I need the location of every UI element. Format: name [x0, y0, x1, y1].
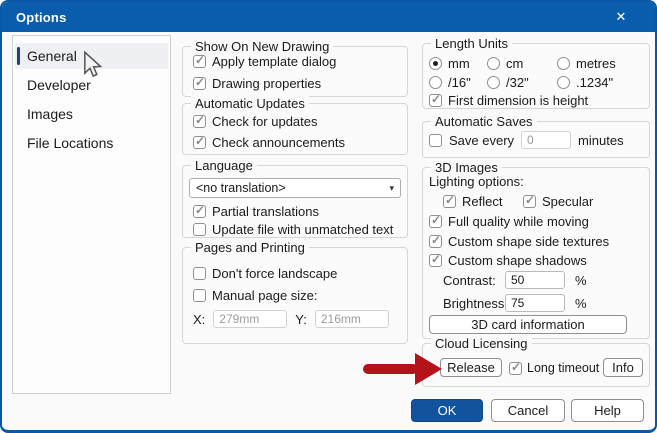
save-interval-field — [521, 131, 572, 149]
release-button[interactable]: Release — [440, 358, 502, 377]
sidebar-item-images[interactable]: Images — [15, 101, 168, 127]
group-title: Language — [191, 158, 257, 173]
category-list: General Developer Images File Locations — [12, 35, 171, 394]
close-icon[interactable]: ✕ — [605, 2, 637, 32]
checkbox-manual-page-size[interactable]: Manual page size: — [193, 288, 318, 303]
sidebar-item-label: General — [27, 48, 77, 64]
checkbox-icon[interactable] — [193, 289, 206, 302]
group-title: Pages and Printing — [191, 240, 309, 255]
brightness-label: Brightness: — [443, 295, 509, 311]
radio-icon[interactable] — [429, 76, 442, 89]
autosave-row: Save every minutes — [429, 131, 624, 149]
checkbox-long-timeout[interactable]: Long timeout — [509, 360, 599, 375]
radio-icon[interactable] — [487, 76, 500, 89]
radio-thirtyseconds[interactable]: /32" — [487, 75, 529, 90]
radio-icon[interactable] — [557, 76, 570, 89]
brightness-field[interactable] — [505, 294, 565, 312]
checkbox-icon[interactable] — [193, 75, 206, 90]
brightness-percent-label: % — [575, 295, 587, 311]
cancel-button[interactable]: Cancel — [491, 399, 565, 422]
group-pages-and-printing: Pages and Printing Don't force landscape… — [182, 240, 408, 344]
page-y-label: Y: — [295, 311, 307, 327]
group-title: Cloud Licensing — [431, 336, 532, 351]
checkbox-icon[interactable] — [193, 203, 206, 218]
checkbox-drawing-properties[interactable]: Drawing properties — [193, 75, 321, 91]
3d-card-information-button[interactable]: 3D card information — [429, 315, 627, 334]
checkbox-update-file-unmatched[interactable]: Update file with unmatched text — [193, 222, 393, 237]
checkbox-icon[interactable] — [193, 134, 206, 149]
checkbox-icon[interactable] — [509, 360, 522, 375]
page-x-label: X: — [193, 311, 206, 327]
group-title: Automatic Updates — [191, 96, 309, 111]
checkbox-icon[interactable] — [193, 53, 206, 68]
radio-icon[interactable] — [487, 57, 500, 70]
checkbox-custom-shadows[interactable]: Custom shape shadows — [429, 252, 587, 268]
radio-sixteenths[interactable]: /16" — [429, 75, 471, 90]
group-title: Automatic Saves — [431, 114, 537, 129]
checkbox-icon[interactable] — [429, 92, 442, 107]
sidebar-item-label: Developer — [27, 77, 91, 93]
checkbox-dont-force-landscape[interactable]: Don't force landscape — [193, 266, 337, 281]
page-y-field — [314, 310, 389, 328]
sidebar-item-file-locations[interactable]: File Locations — [15, 130, 168, 156]
save-interval-suffix: minutes — [578, 132, 624, 148]
info-button[interactable]: Info — [603, 358, 643, 377]
group-automatic-updates: Automatic Updates Check for updates Chec… — [182, 96, 408, 155]
contrast-field[interactable] — [505, 271, 565, 289]
checkbox-check-for-updates[interactable]: Check for updates — [193, 113, 318, 129]
help-button[interactable]: Help — [571, 399, 644, 422]
checkbox-apply-template-dialog[interactable]: Apply template dialog — [193, 53, 336, 69]
radio-cm[interactable]: cm — [487, 56, 523, 71]
checkbox-icon[interactable] — [193, 223, 206, 236]
radio-mm[interactable]: mm — [429, 56, 470, 71]
contrast-row: Contrast: % — [443, 271, 587, 289]
lighting-options-label: Lighting options: — [429, 174, 524, 189]
sidebar-item-general[interactable]: General — [15, 43, 168, 69]
checkbox-partial-translations[interactable]: Partial translations — [193, 203, 319, 219]
group-3d-images: 3D Images Lighting options: Reflect Spec… — [422, 160, 650, 339]
group-title: Show On New Drawing — [191, 39, 334, 54]
group-automatic-saves: Automatic Saves Save every minutes — [422, 114, 650, 158]
radio-icon[interactable] — [429, 57, 442, 70]
radio-decimal-inches[interactable]: .1234" — [557, 75, 613, 90]
checkbox-first-dimension-height[interactable]: First dimension is height — [429, 92, 588, 108]
title-bar: Options ✕ — [2, 2, 655, 32]
dropdown-arrow-icon: ▾ — [389, 182, 394, 193]
sidebar-item-label: File Locations — [27, 135, 114, 151]
language-dropdown[interactable]: <no translation> ▾ — [189, 178, 401, 198]
group-title: Length Units — [431, 36, 512, 51]
checkbox-icon[interactable] — [443, 193, 456, 208]
group-cloud-licensing: Cloud Licensing Release Long timeout Inf… — [422, 336, 650, 387]
checkbox-specular[interactable]: Specular — [523, 193, 593, 209]
page-x-field — [213, 310, 288, 328]
ok-button[interactable]: OK — [411, 399, 483, 422]
language-dropdown-value: <no translation> — [196, 181, 286, 195]
sidebar-item-label: Images — [27, 106, 73, 122]
checkbox-icon[interactable] — [193, 267, 206, 280]
checkbox-check-announcements[interactable]: Check announcements — [193, 134, 345, 150]
group-language: Language <no translation> ▾ Partial tran… — [182, 158, 408, 238]
checkbox-icon[interactable] — [193, 113, 206, 128]
checkbox-full-quality-moving[interactable]: Full quality while moving — [429, 213, 589, 229]
checkbox-custom-side-textures[interactable]: Custom shape side textures — [429, 233, 609, 249]
radio-metres[interactable]: metres — [557, 56, 616, 71]
checkbox-icon[interactable] — [523, 193, 536, 208]
checkbox-icon[interactable] — [429, 252, 442, 267]
selection-accent-bar — [17, 47, 20, 65]
checkbox-save-every[interactable] — [429, 133, 442, 147]
brightness-row: Brightness: % — [443, 294, 587, 312]
options-dialog: Options ✕ General Developer Images File … — [0, 0, 657, 433]
sidebar-item-developer[interactable]: Developer — [15, 72, 168, 98]
contrast-label: Contrast: — [443, 272, 496, 288]
radio-icon[interactable] — [557, 57, 570, 70]
page-size-fields-row: X: Y: — [193, 310, 389, 328]
window-title: Options — [16, 9, 67, 25]
group-length-units: Length Units mm cm metres /16" /32" .123… — [422, 36, 650, 109]
checkbox-reflect[interactable]: Reflect — [443, 193, 502, 209]
group-title: 3D Images — [431, 160, 502, 175]
checkbox-icon[interactable] — [429, 213, 442, 228]
checkbox-icon[interactable] — [429, 233, 442, 248]
group-show-on-new-drawing: Show On New Drawing Apply template dialo… — [182, 39, 408, 97]
contrast-percent-label: % — [575, 272, 587, 288]
